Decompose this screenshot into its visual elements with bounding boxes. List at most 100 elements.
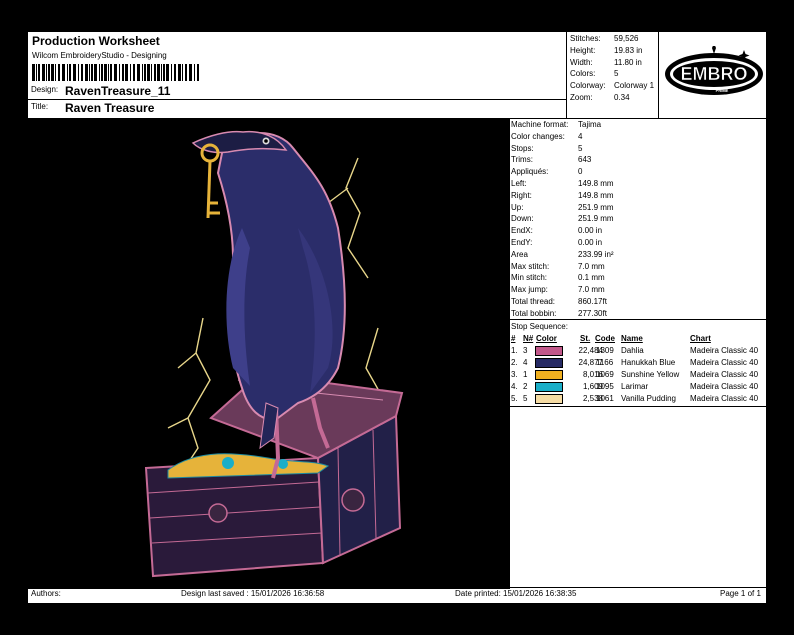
machine-stat-label: Area [511,249,528,259]
thread-chart: Madeira Classic 40 [690,358,759,367]
col-name: Name [621,334,643,343]
col-color: Color [536,334,557,343]
color-swatch [535,394,563,404]
stat-label: Colors: [570,69,596,79]
title-label: Title: [31,102,49,111]
design-value: RavenTreasure_11 [65,84,171,98]
machine-stat-label: Up: [511,202,524,212]
needle-number: 1 [523,370,528,379]
stop-sequence-list: 1. 3 22,484 1309 Dahlia Madeira Classic 40 2. 4… [509,345,768,407]
worksheet-title: Production Worksheet [32,34,160,48]
thread-chart: Madeira Classic 40 [690,346,759,355]
thread-name: Dahlia [621,346,644,355]
stat-label: Colorway: [570,81,606,91]
stop-sequence-row: 5. 5 2,538 1061 Vanilla Pudding Madeira Class… [509,393,769,405]
color-swatch [535,358,563,368]
col-code: Code [595,334,615,343]
machine-stat-value: 0.1 mm [578,273,605,283]
embro-prime-logo: EMBRO PRIME [665,46,763,95]
machine-stat-value: 643 [578,155,592,165]
needle-number: 3 [523,346,528,355]
machine-stat-label: Appliqués: [511,167,549,177]
worksheet: Production Worksheet Wilcom EmbroiderySt… [27,31,768,604]
stat-label: Stitches: [570,34,601,43]
thread-code: 1166 [596,358,614,367]
col-num: # [511,334,516,343]
machine-stat-label: Min stitch: [511,273,548,283]
machine-stat-label: Max jump: [511,285,548,295]
thread-name: Hanukkah Blue [621,358,676,367]
color-swatch [535,346,563,356]
stop-sequence-row: 1. 3 22,484 1309 Dahlia Madeira Classic 40 [509,345,769,357]
stop-number: 1. [511,346,518,355]
machine-stat-label: Max stitch: [511,261,550,271]
machine-stat-value: 0 [578,167,583,177]
key-icon [200,143,220,219]
page-number: Page 1 of 1 [720,589,761,598]
machine-stat-value: 5 [578,143,583,153]
machine-stat-value: 860.17ft [578,297,607,306]
stat-value: 19.83 in [614,45,643,55]
machine-stat-value: 149.8 mm [578,190,614,200]
machine-stat-value: 251.9 mm [578,214,614,224]
design-label: Design: [31,85,59,94]
stop-sequence-title: Stop Sequence: [511,322,568,331]
needle-number: 5 [523,394,528,403]
thread-code: 1309 [596,346,614,355]
thread-chart: Madeira Classic 40 [690,382,759,391]
machine-stat-label: Left: [511,179,527,188]
stat-label: Width: [570,57,593,67]
stat-value: 59,526 [614,34,639,43]
col-stitches: St. [580,334,591,343]
thread-name: Sunshine Yellow [621,370,680,379]
stat-value: Colorway 1 [614,81,655,91]
color-swatch [535,370,563,380]
stop-number: 3. [511,370,518,379]
stop-sequence-row: 3. 1 8,016 1069 Sunshine Yellow Madeira Class… [509,369,769,381]
machine-stat-value: 251.9 mm [578,202,614,212]
machine-stat-value: Tajima [578,120,602,129]
thread-code: 1069 [596,370,614,379]
machine-stat-label: EndX: [511,226,533,236]
stop-number: 2. [511,358,518,367]
machine-stat-value: 149.8 mm [578,179,614,188]
stop-sequence-row: 2. 4 24,877 1166 Hanukkah Blue Madeira Classi… [509,357,769,369]
needle-number: 4 [523,358,528,367]
machine-info: Machine format: Tajima Color changes: 4 Stop… [511,119,766,320]
thread-name: Larimar [621,382,649,391]
machine-stat-label: Trims: [511,155,533,165]
last-saved: Design last saved : 15/01/2026 16:36:58 [181,589,325,598]
design-stats: Stitches: 59,526 Height: 19.83 in Width: 11.8… [570,33,656,113]
machine-stat-value: 277.30ft [578,308,607,318]
logo-subtext: PRIME [716,88,729,93]
machine-stat-label: Total bobbin: [511,308,557,318]
needle-number: 2 [523,382,528,391]
logo-text: EMBRO [681,64,748,84]
machine-stat-value: 4 [578,131,583,141]
authors-label: Authors: [31,589,61,598]
machine-stat-label: Color changes: [511,131,565,141]
stop-number: 5. [511,394,518,403]
machine-stat-value: 0.00 in [578,226,603,236]
thread-name: Vanilla Pudding [621,394,677,403]
color-swatch [535,382,563,392]
machine-stat-label: Machine format: [511,120,569,129]
machine-stat-label: Right: [511,190,532,200]
machine-stat-value: 7.0 mm [578,285,605,295]
thread-code: 1095 [596,382,614,391]
stop-sequence-row: 4. 2 1,609 1095 Larimar Madeira Classic 40 [509,381,769,393]
stat-value: 11.80 in [614,57,642,67]
design-preview [28,118,509,589]
date-printed: Date printed: 15/01/2026 16:38:35 [455,589,577,598]
machine-stat-label: Down: [511,214,534,224]
col-needle: N# [523,334,534,343]
stat-label: Zoom: [570,93,593,102]
thread-chart: Madeira Classic 40 [690,394,759,403]
col-chart: Chart [690,334,711,343]
machine-stat-value: 233.99 in² [578,249,614,259]
stat-label: Height: [570,45,596,55]
machine-stat-value: 7.0 mm [578,261,605,271]
title-value: Raven Treasure [65,101,155,115]
machine-stat-value: 0.00 in [578,238,603,247]
stop-number: 4. [511,382,518,391]
